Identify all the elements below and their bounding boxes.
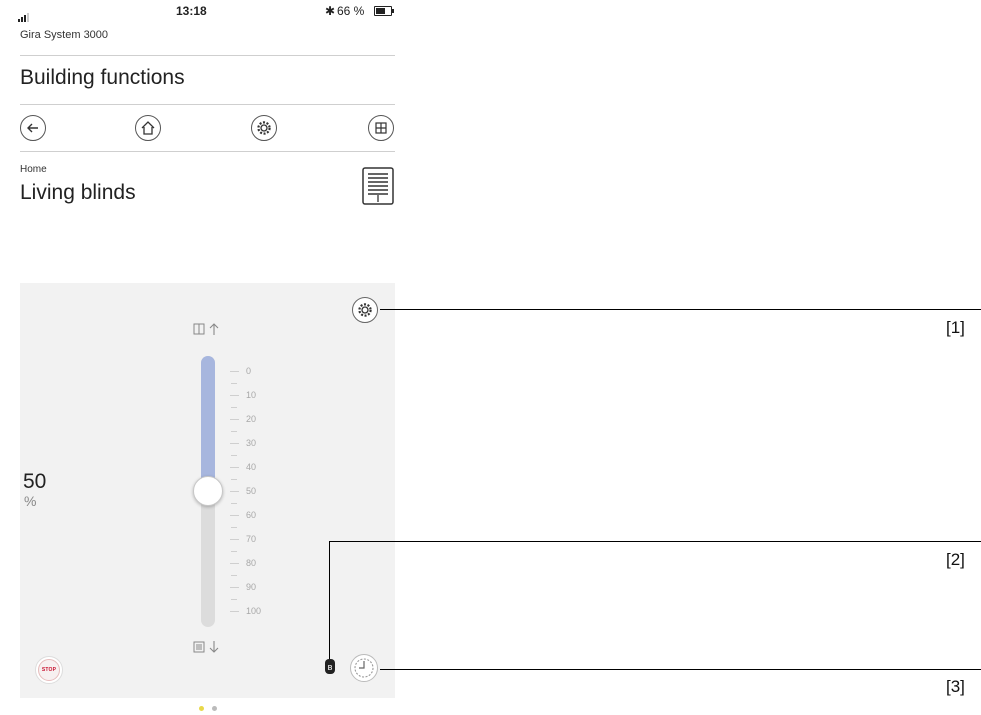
bluetooth-icon: ✱ xyxy=(325,4,336,18)
timer-button[interactable] xyxy=(350,654,378,682)
scale-label: 30 xyxy=(246,438,257,448)
scale-label: 80 xyxy=(246,558,257,568)
scale-minor-tick xyxy=(231,599,237,600)
scale-tick xyxy=(230,395,239,396)
callout-label-1: [1] xyxy=(946,318,965,337)
grid-icon xyxy=(375,122,387,134)
divider xyxy=(20,151,395,152)
scale-label: 10 xyxy=(246,390,257,400)
scale-label: 70 xyxy=(246,534,257,544)
back-arrow-icon xyxy=(27,123,38,133)
scale-tick xyxy=(230,443,239,444)
scale-tick xyxy=(230,371,239,372)
scale-tick xyxy=(230,539,239,540)
position-value: 50 xyxy=(23,470,47,493)
scale-label: 20 xyxy=(246,414,257,424)
scale-tick xyxy=(230,467,239,468)
callout-line-2-vertical xyxy=(329,541,330,659)
home-button[interactable] xyxy=(135,115,161,141)
bluetooth-status-icon: ʙ xyxy=(325,659,335,674)
battery-percent: 66 % xyxy=(337,4,365,18)
status-time: 13:18 xyxy=(176,4,207,18)
scale-tick xyxy=(230,515,239,516)
page-indicator-dot[interactable] xyxy=(199,706,204,711)
clock-icon xyxy=(354,658,374,678)
callout-line-1 xyxy=(380,309,981,310)
position-slider-fill xyxy=(201,356,215,491)
battery-icon xyxy=(374,6,394,16)
scale-label: 100 xyxy=(246,606,262,616)
scale-label: 0 xyxy=(246,366,252,376)
callout-line-2 xyxy=(329,541,981,542)
blind-closed-down-icon xyxy=(193,641,219,653)
scale-minor-tick xyxy=(231,551,237,552)
settings-button[interactable] xyxy=(251,115,277,141)
blind-icon xyxy=(362,167,394,205)
device-title: Living blinds xyxy=(20,181,136,204)
grid-button[interactable] xyxy=(368,115,394,141)
back-button[interactable] xyxy=(20,115,46,141)
scale-tick xyxy=(230,587,239,588)
settings-gear-icon xyxy=(358,303,372,317)
signal-icon xyxy=(18,8,30,22)
scale-minor-tick xyxy=(231,407,237,408)
scale-minor-tick xyxy=(231,383,237,384)
home-icon xyxy=(141,121,155,135)
callout-label-3: [3] xyxy=(946,677,965,696)
callout-label-2: [2] xyxy=(946,550,965,569)
settings-gear-icon xyxy=(257,121,271,135)
phone-screen: 13:18 ✱ 66 % Gira System 3000 Building f… xyxy=(0,0,410,715)
divider xyxy=(20,55,395,56)
scale-minor-tick xyxy=(231,527,237,528)
scale-label: 40 xyxy=(246,462,257,472)
stop-label: STOP xyxy=(38,659,60,681)
window-open-up-icon xyxy=(193,323,219,335)
stop-button[interactable]: STOP xyxy=(35,656,63,684)
scale-tick xyxy=(230,563,239,564)
breadcrumb: Home xyxy=(20,164,47,175)
position-unit: % xyxy=(24,493,37,509)
position-slider-handle[interactable] xyxy=(193,476,223,506)
scale-tick xyxy=(230,611,239,612)
scale-label: 50 xyxy=(246,486,257,496)
panel-settings-button[interactable] xyxy=(352,297,378,323)
callout-line-3 xyxy=(380,669,981,670)
app-name: Gira System 3000 xyxy=(20,29,109,41)
scale-minor-tick xyxy=(231,479,237,480)
page-indicator-dot[interactable] xyxy=(212,706,217,711)
scale-tick xyxy=(230,491,239,492)
scale-label: 90 xyxy=(246,582,257,592)
scale-minor-tick xyxy=(231,503,237,504)
scale-tick xyxy=(230,419,239,420)
scale-label: 60 xyxy=(246,510,257,520)
scale-minor-tick xyxy=(231,575,237,576)
scale-minor-tick xyxy=(231,455,237,456)
divider xyxy=(20,104,395,105)
scale-minor-tick xyxy=(231,431,237,432)
status-bar: 13:18 ✱ 66 % xyxy=(0,0,410,30)
page-title: Building functions xyxy=(20,66,185,89)
